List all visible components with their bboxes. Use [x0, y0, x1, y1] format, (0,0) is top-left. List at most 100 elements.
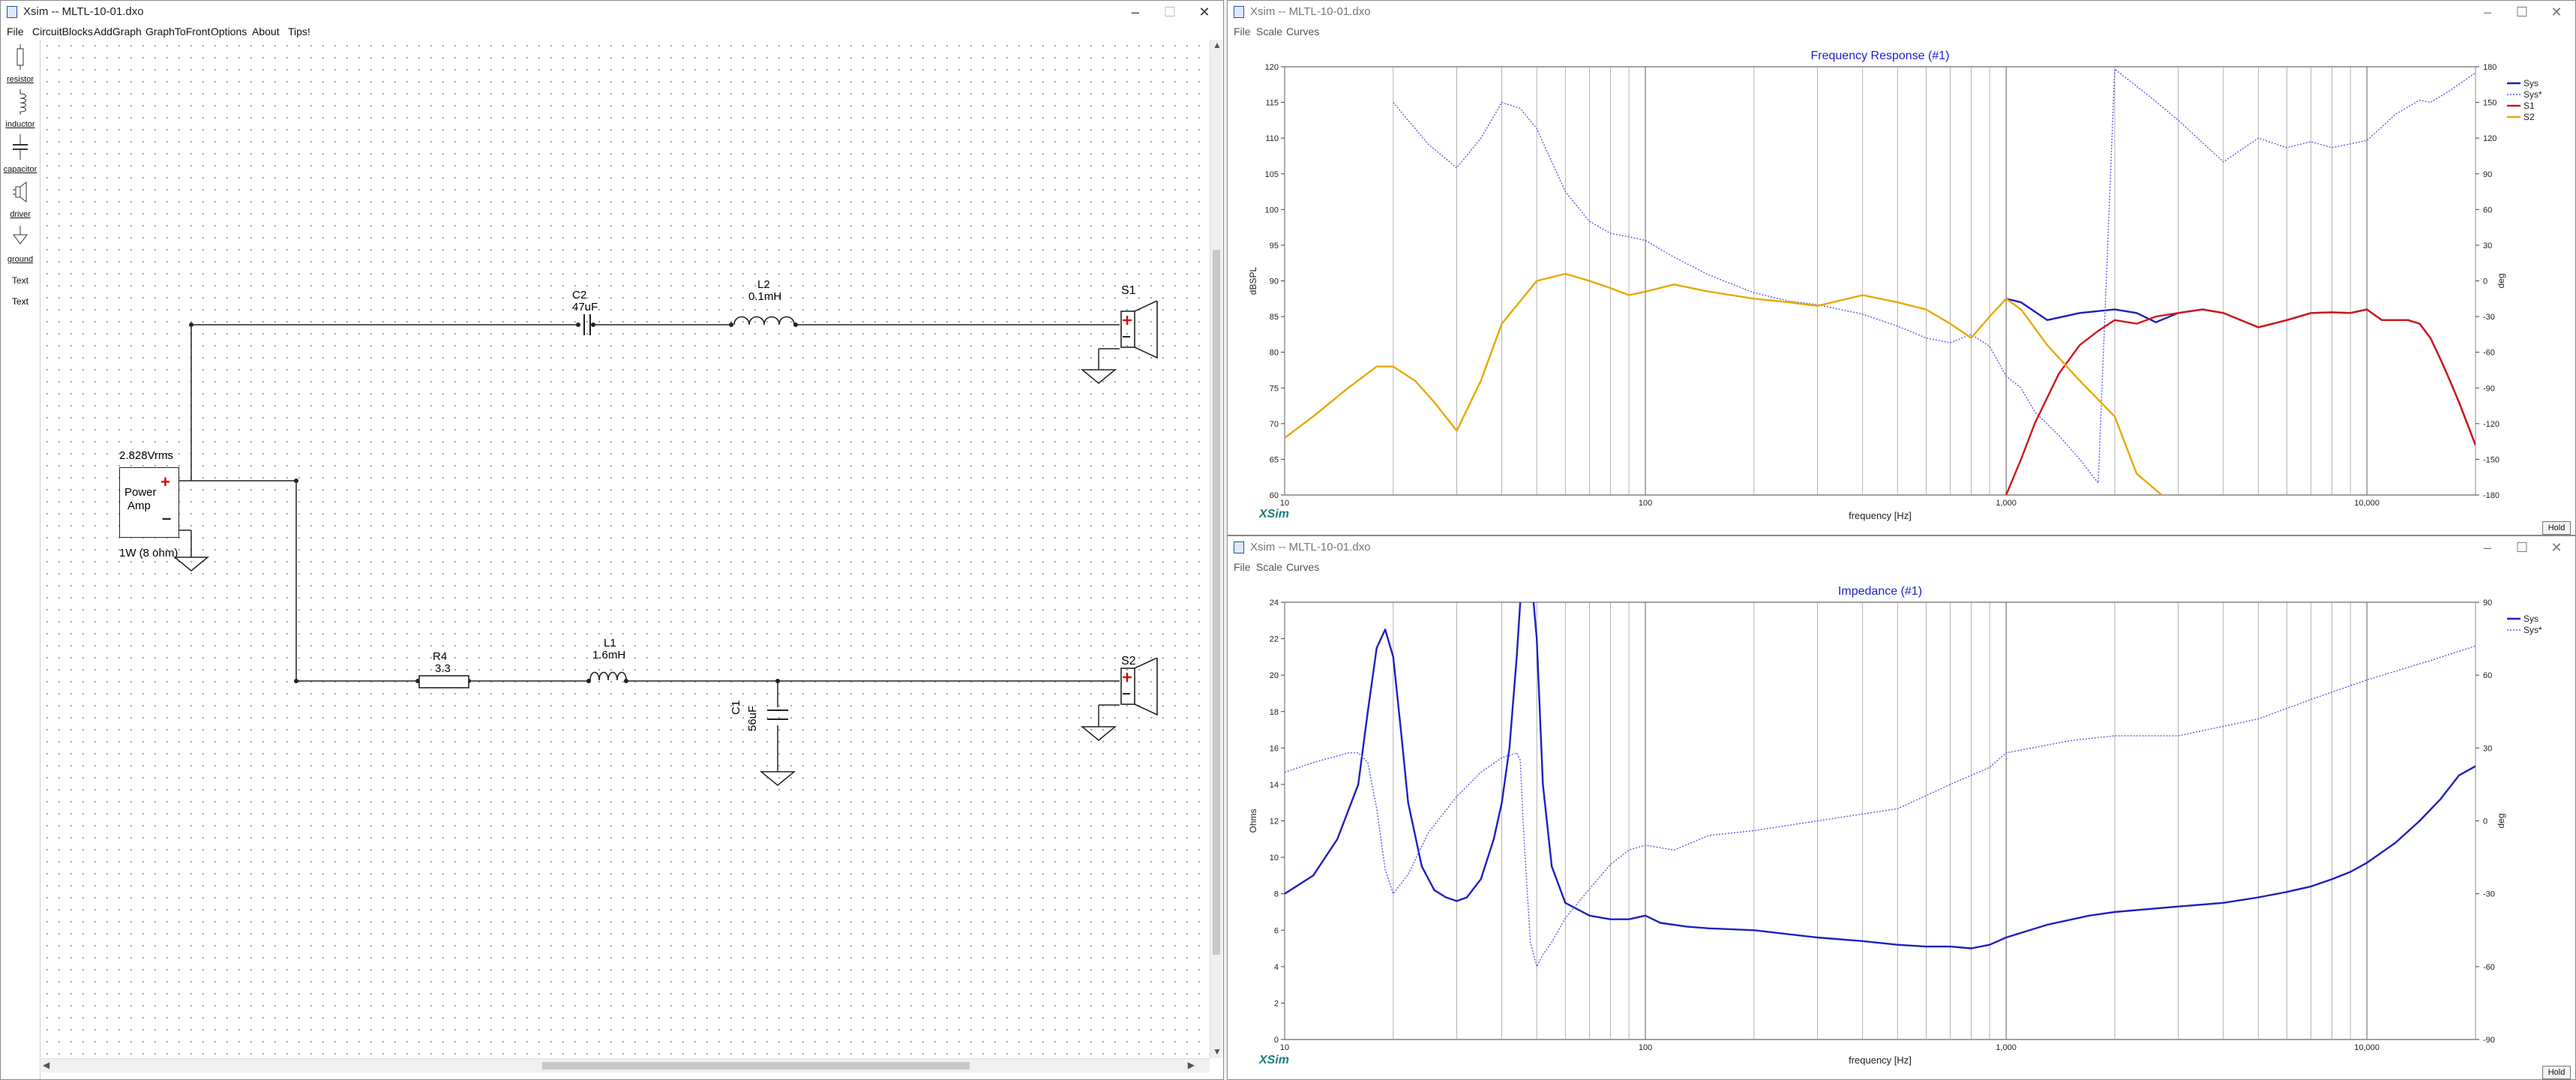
y-tick-label: 22	[1270, 635, 1279, 644]
x-tick-label: 10	[1280, 499, 1289, 508]
tool-driver[interactable]: driver	[1, 179, 40, 219]
plot-area	[1284, 602, 2476, 1040]
schematic-canvas[interactable]: C2 47uF L2 0.1mH S1 R4 3.3 L1 1.6mH C1 5…	[41, 40, 1207, 1058]
c2-value: 47uF	[572, 301, 598, 314]
maximize-button[interactable]: ☐	[2505, 1, 2539, 23]
amp-voltage: 2.828Vrms	[119, 449, 173, 462]
schematic-titlebar[interactable]: Xsim -- MLTL-10-01.dxo – ☐ ✕	[1, 1, 1223, 23]
vertical-scroll-thumb[interactable]	[1213, 250, 1220, 955]
x-axis-label: frequency [Hz]	[1849, 510, 1912, 521]
s1-speaker-symbol[interactable]	[1120, 301, 1165, 376]
y2-tick-label: -90	[2483, 1036, 2495, 1045]
legend-entry: Sys*	[2524, 89, 2542, 100]
y-tick-label: 65	[1270, 455, 1279, 464]
close-button[interactable]: ✕	[1187, 1, 1222, 23]
y2-tick-label: 90	[2483, 170, 2492, 179]
close-button[interactable]: ✕	[2539, 536, 2574, 559]
menu-addgraph[interactable]: AddGraph	[94, 26, 142, 38]
window-title: Xsim -- MLTL-10-01.dxo	[23, 5, 144, 18]
window-title: Xsim -- MLTL-10-01.dxo	[1250, 541, 1371, 554]
y2-tick-label: -150	[2483, 455, 2500, 464]
y2-tick-label: 60	[2483, 671, 2492, 680]
minimize-button[interactable]: –	[1118, 1, 1153, 23]
y2-tick-label: 30	[2483, 744, 2492, 753]
amp-label-line2: Amp	[127, 500, 151, 512]
c1-capacitor-symbol[interactable]	[766, 706, 790, 727]
app-icon	[1234, 542, 1244, 554]
menu-curves[interactable]: Curves	[1286, 26, 1319, 38]
y2-tick-label: -90	[2483, 384, 2495, 393]
y-tick-label: 8	[1274, 890, 1279, 899]
y-tick-label: 4	[1274, 963, 1279, 972]
menu-curves[interactable]: Curves	[1286, 561, 1319, 573]
scroll-left-icon[interactable]: ◀	[43, 1060, 49, 1070]
amp-minus-terminal: –	[162, 508, 172, 527]
y2-tick-label: -60	[2483, 349, 2495, 358]
maximize-button[interactable]: ☐	[1153, 1, 1187, 23]
schematic-horizontal-scrollbar[interactable]: ◀ ▶	[41, 1058, 1210, 1072]
s2-name: S2	[1121, 655, 1136, 668]
l1-inductor-symbol[interactable]	[589, 668, 628, 686]
tool-text-link[interactable]: Text	[1, 296, 40, 307]
xsim-logo: XSim	[1259, 508, 1290, 520]
menu-tips[interactable]: Tips!	[288, 26, 310, 38]
inductor-icon	[19, 89, 26, 115]
menu-graphtofront[interactable]: GraphToFront	[145, 26, 210, 38]
scroll-up-icon[interactable]: ▲	[1213, 40, 1222, 50]
c2-capacitor-symbol[interactable]	[578, 313, 596, 337]
impedance-chart[interactable]: 024681012141618202224-90-60-30030609010 1…	[1228, 575, 2576, 1080]
maximize-button[interactable]: ☐	[2505, 536, 2539, 559]
y-axis-label: Ohms	[1248, 808, 1258, 832]
tool-inductor-label: inductor	[5, 120, 35, 129]
minimize-button[interactable]: –	[2470, 1, 2505, 23]
menu-scale[interactable]: Scale	[1256, 561, 1282, 573]
scroll-right-icon[interactable]: ▶	[1188, 1060, 1195, 1070]
fr-titlebar[interactable]: Xsim -- MLTL-10-01.dxo – ☐ ✕	[1228, 1, 2575, 23]
scroll-down-icon[interactable]: ▼	[1213, 1046, 1222, 1057]
s2-speaker-symbol[interactable]	[1120, 658, 1165, 733]
schematic-window: Xsim -- MLTL-10-01.dxo – ☐ ✕ File Circui…	[0, 0, 1224, 1080]
schematic-wires	[172, 322, 1120, 786]
menu-about[interactable]: About	[252, 26, 280, 38]
y-axis-label: dBSPL	[1248, 266, 1258, 295]
imp-titlebar[interactable]: Xsim -- MLTL-10-01.dxo – ☐ ✕	[1228, 536, 2575, 559]
l2-value: 0.1mH	[748, 290, 782, 303]
y-tick-label: 10	[1270, 854, 1279, 862]
frequency-response-chart[interactable]: 6065707580859095100105110115120-180-150-…	[1228, 40, 2576, 536]
frequency-response-window: Xsim -- MLTL-10-01.dxo – ☐ ✕ File Scale …	[1227, 0, 2576, 536]
tool-capacitor[interactable]: capacitor	[1, 134, 40, 174]
hold-button[interactable]: Hold	[2542, 521, 2571, 535]
schematic-vertical-scrollbar[interactable]: ▲ ▼	[1210, 40, 1222, 1058]
menu-file[interactable]: File	[1234, 561, 1251, 573]
power-amp-block[interactable]: Power Amp + –	[119, 467, 179, 538]
menu-file[interactable]: File	[7, 26, 24, 38]
menu-file[interactable]: File	[1234, 26, 1251, 38]
y-tick-label: 85	[1270, 313, 1279, 322]
y2-tick-label: 150	[2483, 99, 2497, 108]
fr-menubar: File Scale Curves	[1228, 23, 2575, 40]
minimize-button[interactable]: –	[2470, 536, 2505, 559]
legend-entry: Sys	[2524, 614, 2539, 624]
tool-inductor[interactable]: inductor	[1, 89, 40, 129]
ground-icon	[13, 226, 28, 244]
app-icon	[7, 6, 17, 18]
menu-circuitblocks[interactable]: CircuitBlocks	[32, 26, 93, 38]
y2-tick-label: -180	[2483, 491, 2500, 500]
tool-resistor[interactable]: resistor	[1, 44, 40, 84]
x-tick-label: 1,000	[1996, 499, 2017, 508]
amp-label-line1: Power	[124, 486, 157, 499]
menu-scale[interactable]: Scale	[1256, 26, 1282, 38]
close-button[interactable]: ✕	[2539, 1, 2574, 23]
c1-name: C1	[730, 700, 742, 715]
tool-text[interactable]: Text	[1, 275, 40, 286]
menu-options[interactable]: Options	[211, 26, 247, 38]
r4-resistor-symbol[interactable]	[418, 674, 470, 689]
tool-ground[interactable]: ground	[1, 224, 40, 264]
horizontal-scroll-thumb[interactable]	[542, 1062, 970, 1070]
hold-button[interactable]: Hold	[2542, 1066, 2571, 1079]
impedance-window: Xsim -- MLTL-10-01.dxo – ☐ ✕ File Scale …	[1227, 536, 2576, 1080]
y-tick-label: 80	[1270, 349, 1279, 358]
y-tick-label: 12	[1270, 818, 1279, 826]
y2-tick-label: 90	[2483, 598, 2492, 608]
l2-inductor-symbol[interactable]	[731, 313, 797, 331]
